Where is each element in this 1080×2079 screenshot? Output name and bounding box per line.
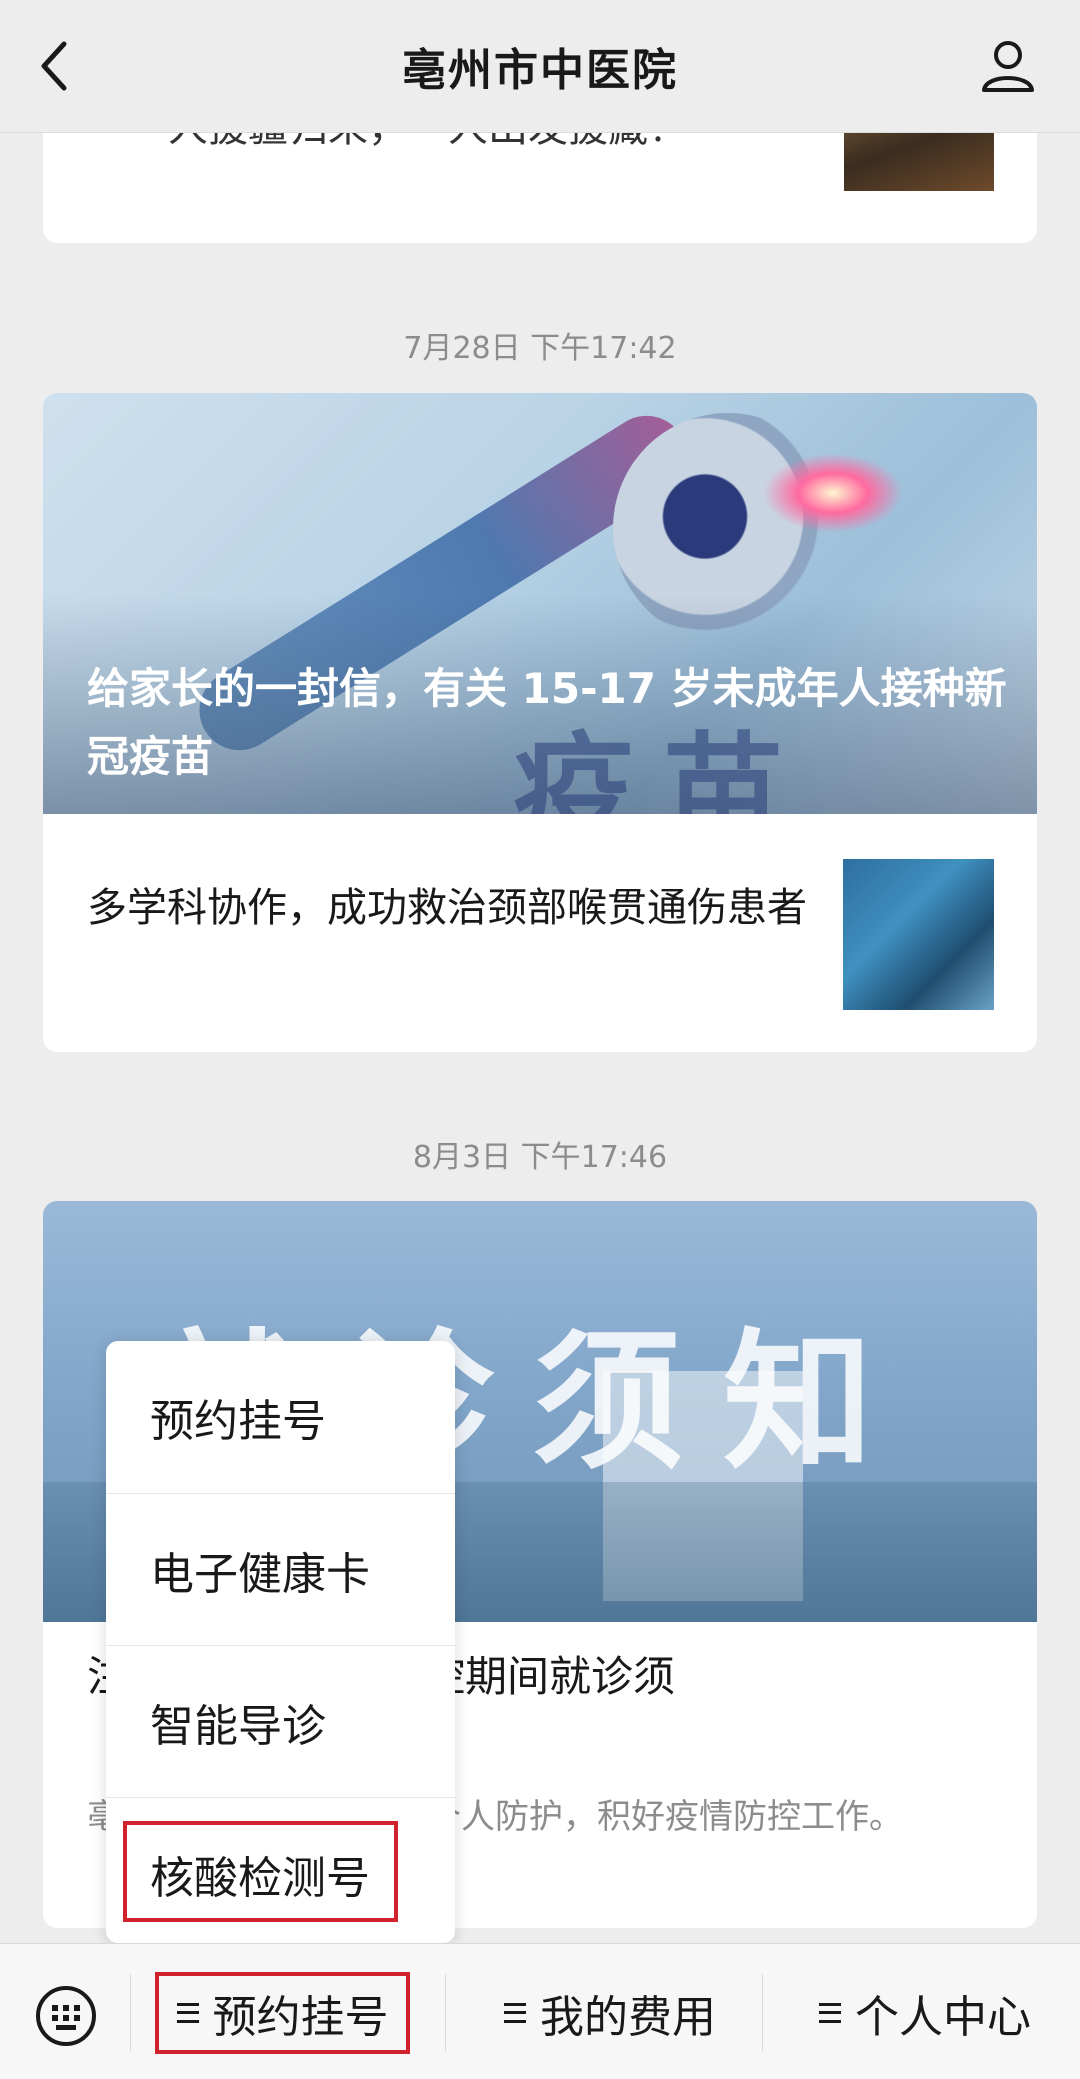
article-thumbnail bbox=[843, 859, 994, 1010]
top-nav-bar: 亳州市中医院 bbox=[0, 0, 1080, 133]
menu-lines-icon bbox=[819, 2003, 841, 2023]
timestamp: 8月3日 下午17:46 bbox=[412, 1140, 668, 1175]
bottom-menu-bar: 预约挂号 我的费用 个人中心 bbox=[0, 1943, 1080, 2079]
light-flare bbox=[763, 453, 903, 533]
list-item[interactable]: 多学科协作，成功救治颈部喉贯通伤患者 bbox=[43, 814, 1037, 1052]
article-hero-image[interactable]: 疫苗 给家长的一封信，有关 15-17 岁未成年人接种新冠疫苗 bbox=[43, 393, 1037, 814]
menu-item-health-card[interactable]: 电子健康卡 bbox=[106, 1493, 455, 1645]
tab-label: 个人中心 bbox=[855, 1992, 1031, 2043]
hero-article-title: 给家长的一封信，有关 15-17 岁未成年人接种新冠疫苗 bbox=[87, 664, 1007, 781]
article-card[interactable]: 一人援疆归来，一人出发援藏！ bbox=[43, 133, 1037, 243]
page-title: 亳州市中医院 bbox=[402, 45, 678, 96]
article-title: 多学科协作，成功救治颈部喉贯通伤患者 bbox=[87, 885, 807, 931]
user-icon[interactable] bbox=[978, 36, 1038, 96]
divider bbox=[445, 1974, 446, 2052]
article-card[interactable]: 疫苗 给家长的一封信，有关 15-17 岁未成年人接种新冠疫苗 多学科协作，成功… bbox=[43, 393, 1037, 1052]
submenu-popup: 预约挂号 电子健康卡 智能导诊 核酸检测号 bbox=[106, 1341, 455, 1943]
keyboard-icon[interactable] bbox=[30, 1985, 102, 2047]
tab-label: 我的费用 bbox=[540, 1992, 716, 2043]
highlight-box bbox=[123, 1821, 398, 1922]
back-arrow-icon[interactable] bbox=[36, 36, 76, 96]
divider bbox=[762, 1974, 763, 2052]
menu-lines-icon bbox=[504, 2003, 526, 2023]
timestamp: 7月28日 下午17:42 bbox=[403, 331, 677, 366]
tab-my-expenses[interactable]: 我的费用 bbox=[450, 1972, 770, 2054]
divider bbox=[130, 1974, 131, 2052]
tab-appointment[interactable]: 预约挂号 bbox=[155, 1972, 410, 2054]
article-thumbnail bbox=[844, 133, 994, 191]
article-title: 一人援疆归来，一人出发援藏！ bbox=[128, 133, 688, 153]
tab-personal-center[interactable]: 个人中心 bbox=[780, 1972, 1070, 2054]
menu-item-appointment[interactable]: 预约挂号 bbox=[106, 1341, 455, 1493]
menu-lines-icon bbox=[176, 2003, 199, 2023]
menu-item-smart-guide[interactable]: 智能导诊 bbox=[106, 1645, 455, 1797]
tab-label: 预约挂号 bbox=[212, 1992, 389, 2043]
